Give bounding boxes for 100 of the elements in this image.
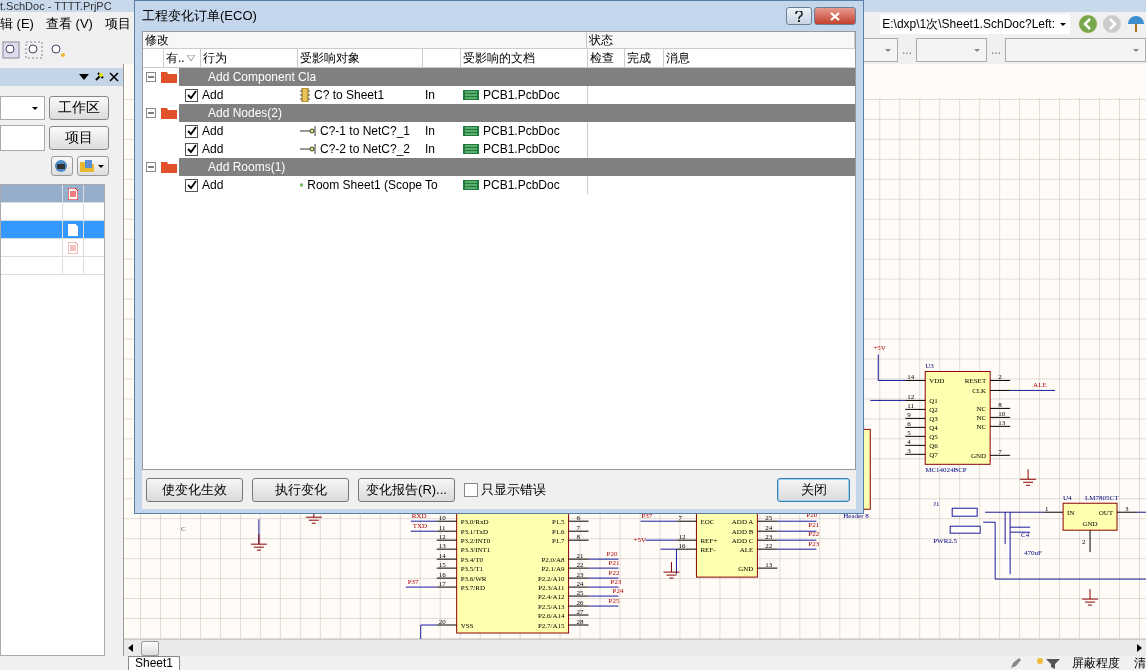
collapse-icon[interactable] [146,108,156,118]
zoom-select-icon[interactable] [48,41,66,59]
project-button[interactable]: 项目 [49,126,109,150]
globe-icon [54,159,68,173]
circuit-board-icon [463,89,479,101]
project-row[interactable] [1,221,104,239]
pin-icon [300,126,316,136]
scroll-thumb[interactable] [141,640,159,656]
document-cell: PCB1.PcbDoc [483,88,560,102]
document-icon [68,223,78,236]
checkbox[interactable] [185,124,198,138]
close-icon[interactable] [109,72,119,82]
zoom-area-icon[interactable] [25,41,43,59]
checkbox[interactable] [185,88,198,102]
capacitor-symbol [1009,526,1031,533]
collapse-icon[interactable] [146,72,156,82]
filter-dropdown[interactable] [1005,38,1146,62]
action-cell-text: Add [201,88,225,102]
wire [776,530,817,532]
ground-symbol [1019,468,1037,486]
direction-cell-text: In [424,88,436,102]
action-cell-text: Add [201,124,225,138]
direction-cell-text: In [424,142,436,156]
window-title: t.SchDoc - TTTT.PrjPC [0,0,112,12]
column-header[interactable]: 有.. [163,49,200,67]
ground-symbol [250,533,268,551]
checkbox[interactable] [185,142,198,156]
column-header[interactable]: 行为 [200,49,297,67]
sort-icon [186,55,195,61]
scroll-right-icon[interactable] [1135,644,1143,652]
project-field[interactable] [0,125,45,151]
wire [420,624,438,639]
menu-item[interactable]: 辑 (E) [0,15,34,33]
wire [776,539,817,541]
project-row[interactable] [1,185,104,203]
separator-dots: ... [901,43,912,57]
column-header[interactable]: 受影响的文档 [460,49,587,67]
section-header: 状态 [587,32,855,49]
folder-icon [161,107,177,119]
sheet-tab[interactable]: Sheet1 [128,656,181,670]
wire [588,595,619,597]
wire [1009,389,1056,391]
wire [660,548,677,575]
checkbox[interactable] [464,482,478,497]
column-header[interactable]: 检查 [587,49,624,67]
folder-icon [161,71,177,83]
object-cell: C?-1 to NetC?_1 [320,124,411,138]
column-header[interactable]: 受影响对象 [297,49,422,67]
wire [588,577,619,579]
pin-icon [300,144,316,154]
action-button[interactable]: 变化报告(R)... [358,477,455,502]
pin-icon[interactable] [93,71,105,83]
action-button[interactable]: 使变化生效 [146,477,243,502]
collapse-icon[interactable] [146,162,156,172]
document-cell: PCB1.PcbDoc [483,178,560,192]
status-text[interactable]: 屏蔽程度 [1072,654,1120,670]
wire [410,520,438,522]
back-icon[interactable] [1078,14,1098,34]
action-cell-text: Add [201,142,225,156]
document-cell: PCB1.PcbDoc [483,142,560,156]
folder-icon [161,161,177,173]
zoom-icon[interactable] [2,41,20,59]
address-field[interactable]: E:\dxp\1次\Sheet1.SchDoc?Left: [880,14,1070,34]
close-button[interactable] [814,7,856,25]
dropdown-icon[interactable] [79,73,89,81]
group-row[interactable]: Add Rooms(1) [179,158,855,176]
group-row[interactable]: Add Component Cla [179,68,855,86]
action-button[interactable]: 执行变化 [252,477,349,502]
menu-item[interactable]: 项目 [104,15,131,33]
wire [588,567,619,569]
filter-dropdown[interactable] [916,38,987,62]
object-cell: C?-2 to NetC?_2 [320,142,411,156]
column-header[interactable]: 消息 [663,49,855,67]
circuit-board-icon [463,125,479,137]
help-button[interactable] [786,7,812,25]
menu-item[interactable]: 查看 (V) [45,15,93,33]
wire [869,399,906,401]
close-dialog-button[interactable]: 关闭 [777,477,850,502]
object-cell: C? to Sheet1 [314,88,385,102]
close-icon [830,11,840,21]
workspace-button[interactable]: 工作区 [49,96,109,120]
document-cell: PCB1.PcbDoc [483,124,560,138]
checkbox-label[interactable]: 只显示错误 [481,480,546,499]
umbrella-icon[interactable] [1126,14,1146,34]
column-header[interactable]: 完成 [624,49,663,67]
object-cell: Room Sheet1 (Scope [307,178,422,192]
circuit-board-icon [463,143,479,155]
status-text[interactable]: 清 [1134,654,1146,670]
action-cell-text: Add [201,178,225,192]
filter-icon[interactable] [1036,657,1062,669]
wire [405,586,438,588]
group-row[interactable]: Add Nodes(2) [179,104,855,122]
scroll-left-icon[interactable] [127,644,135,652]
compile-icon-button[interactable] [51,156,73,176]
workspace-dropdown[interactable] [0,96,45,120]
wire [410,530,438,532]
error-document-icon [68,187,78,200]
checkbox[interactable] [185,178,198,192]
ground-symbol [1081,588,1099,606]
chip-icon [300,88,310,102]
